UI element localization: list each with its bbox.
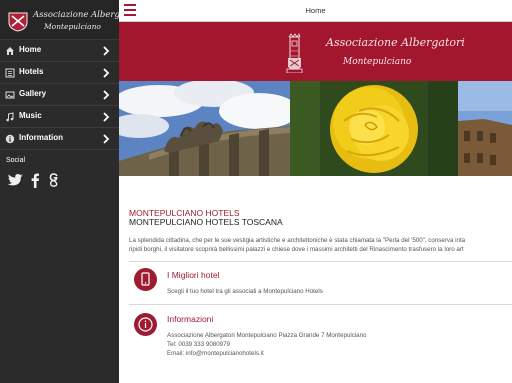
sidebar: Associazione Albergatori Montepulciano H… (0, 0, 140, 383)
social-heading: Social (6, 157, 26, 164)
info-icon (5, 134, 15, 144)
mobile-phone-icon (134, 268, 157, 291)
email-link[interactable]: Email: info@montepulcianohotels.it (167, 350, 264, 357)
divider (129, 304, 512, 305)
intro-text-line1: La splendida cittadina, che per le sue v… (129, 237, 466, 244)
twitter-icon[interactable] (7, 172, 24, 188)
chevron-right-icon (103, 134, 110, 144)
page-title: Home (305, 6, 326, 15)
music-icon (6, 112, 14, 122)
sidebar-item-label: Information (19, 133, 63, 142)
card-title[interactable]: I Migliori hotel (167, 270, 219, 280)
google-plus-icon[interactable] (48, 172, 60, 188)
sidebar-item-label: Gallery (19, 89, 47, 98)
banner-title-line1: Associazione Albergatori (326, 36, 465, 49)
intro-text-line2: ripidi borghi, il visitatore scoprirà be… (129, 246, 464, 253)
sidebar-item-information[interactable]: Information (0, 128, 119, 150)
page-subheadline: MONTEPULCIANO HOTELS TOSCANA (129, 217, 283, 227)
address-text: Associazione Albergatori Montepulciano P… (167, 332, 367, 339)
phone-text: Tel: 0039 333 9080979 (167, 341, 230, 348)
sidebar-item-label: Music (19, 111, 42, 120)
logo-text-line2: Montepulciano (44, 22, 101, 31)
main-content: MONTEPULCIANO HOTELS MONTEPULCIANO HOTEL… (119, 176, 512, 383)
info-icon (134, 313, 157, 336)
card-title[interactable]: Informazioni (167, 314, 213, 324)
sidebar-item-music[interactable]: Music (0, 106, 119, 128)
chevron-right-icon (103, 68, 110, 78)
photo-yellow-rose (290, 81, 458, 176)
chevron-right-icon (103, 90, 110, 100)
card-text: Scegli il tuo hotel tra gli associati a … (167, 288, 323, 295)
gallery-icon (5, 91, 15, 99)
header-banner: Associazione Albergatori Montepulciano (119, 22, 512, 81)
photo-palazzo (119, 81, 299, 176)
sidebar-item-label: Hotels (19, 67, 44, 76)
list-icon (5, 68, 15, 78)
photo-building (458, 81, 512, 176)
home-icon (6, 47, 14, 55)
photo-strip (119, 81, 512, 176)
top-bar: Home (119, 0, 512, 22)
tower-logo-icon (286, 33, 303, 73)
chevron-right-icon (103, 46, 110, 56)
divider (129, 261, 512, 262)
sidebar-item-home[interactable]: Home (0, 40, 119, 62)
sidebar-item-label: Home (19, 45, 42, 54)
logo-emblem-icon (8, 12, 28, 32)
banner-title-line2: Montepulciano (343, 57, 412, 67)
chevron-right-icon (103, 112, 110, 122)
sidebar-item-hotels[interactable]: Hotels (0, 62, 119, 84)
sidebar-item-gallery[interactable]: Gallery (0, 84, 119, 106)
facebook-icon[interactable] (30, 172, 40, 188)
sidebar-logo[interactable]: Associazione Albergatori Montepulciano (0, 0, 140, 40)
